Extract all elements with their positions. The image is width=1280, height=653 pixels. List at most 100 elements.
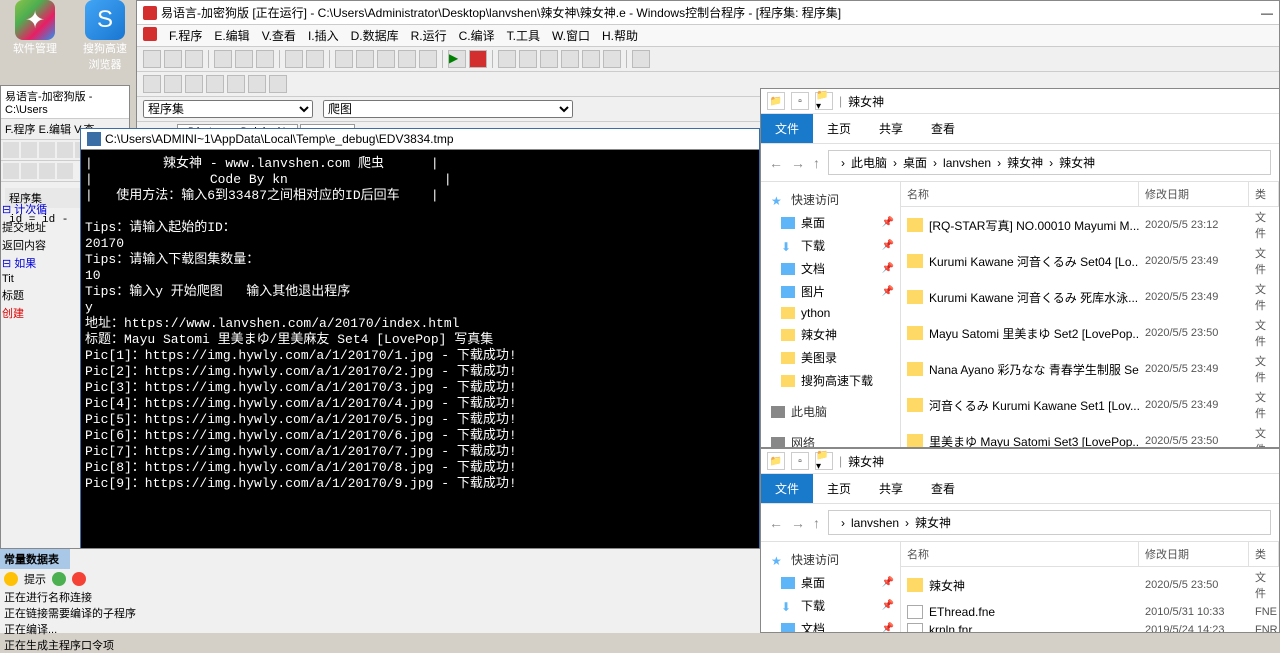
sidebar-ython[interactable]: ython <box>761 303 900 323</box>
col-date[interactable]: 修改日期 <box>1139 542 1249 566</box>
menu-compile[interactable]: C.编译 <box>459 27 495 44</box>
nav-up-icon[interactable]: ↑ <box>813 155 820 171</box>
file-row[interactable]: krnln.fnr2019/5/24 14:23FNR <box>901 621 1279 632</box>
ide-toolbar-1[interactable]: ▶ <box>137 47 1279 72</box>
folder-btn-icon[interactable]: 📁 <box>767 92 785 110</box>
console-titlebar[interactable]: C:\Users\ADMINI~1\AppData\Local\Temp\e_d… <box>81 129 759 150</box>
menu-database[interactable]: D.数据库 <box>351 27 399 44</box>
address-bar[interactable]: ›此电脑 ›桌面 ›lanvshen ›辣女神 ›辣女神 <box>828 150 1271 175</box>
file-row[interactable]: 里美まゆ Mayu Satomi Set3 [LovePop...2020/5/… <box>901 423 1279 447</box>
file-row[interactable]: Kurumi Kawane 河音くるみ Set04 [Lo...2020/5/5… <box>901 243 1279 279</box>
tb-icon[interactable] <box>398 50 416 68</box>
tb-icon[interactable] <box>632 50 650 68</box>
tab-share[interactable]: 共享 <box>865 114 917 143</box>
file-row[interactable]: 河音くるみ Kurumi Kawane Set1 [Lov...2020/5/5… <box>901 387 1279 423</box>
folder-dd-icon[interactable]: 📁▾ <box>815 452 833 470</box>
sidebar-quick-access[interactable]: ★快速访问 <box>761 188 900 211</box>
sidebar-network[interactable]: 网络 <box>761 431 900 447</box>
tree-node[interactable]: 提交地址 <box>0 218 80 236</box>
tb-undo-icon[interactable] <box>285 50 303 68</box>
tab-view[interactable]: 查看 <box>917 474 969 503</box>
col-name[interactable]: 名称 <box>901 182 1139 206</box>
tb-open-icon[interactable] <box>164 50 182 68</box>
sidebar-pictures[interactable]: 图片📌 <box>761 280 900 303</box>
sidebar-downloads[interactable]: ⬇下载📌 <box>761 234 900 257</box>
tb-copy-icon[interactable] <box>235 50 253 68</box>
explorer1-titlebar[interactable]: 📁 ▫ 📁▾ | 辣女神 <box>761 89 1279 114</box>
sidebar-documents[interactable]: 文档📌 <box>761 257 900 280</box>
explorer2-titlebar[interactable]: 📁 ▫ 📁▾ | 辣女神 <box>761 449 1279 474</box>
menu-window[interactable]: W.窗口 <box>552 27 590 44</box>
tb-icon[interactable] <box>356 50 374 68</box>
sidebar-meitu[interactable]: 美图录 <box>761 346 900 369</box>
tb-save-icon[interactable] <box>185 50 203 68</box>
menu-run[interactable]: R.运行 <box>411 27 447 44</box>
tb-icon[interactable] <box>540 50 558 68</box>
dropdown-module[interactable]: 程序集 <box>143 100 313 118</box>
nav-fwd-icon[interactable]: → <box>791 155 805 171</box>
tb-icon[interactable] <box>377 50 395 68</box>
list-header[interactable]: 名称 修改日期 类 <box>901 182 1279 207</box>
file-row[interactable]: [RQ-STAR写真] NO.00010 Mayumi M...2020/5/5… <box>901 207 1279 243</box>
menu-view[interactable]: V.查看 <box>262 27 296 44</box>
sidebar-lanvshen[interactable]: 辣女神 <box>761 323 900 346</box>
dropdown-function[interactable]: 爬图 <box>323 100 573 118</box>
tb-icon[interactable] <box>335 50 353 68</box>
tb-cut-icon[interactable] <box>214 50 232 68</box>
tb-icon[interactable] <box>185 75 203 93</box>
tb-run-icon[interactable]: ▶ <box>448 50 466 68</box>
crumb[interactable]: 辣女神 <box>915 514 951 531</box>
col-type[interactable]: 类 <box>1249 542 1279 566</box>
tb-icon[interactable] <box>143 75 161 93</box>
menu-help[interactable]: H.帮助 <box>602 27 638 44</box>
crumb[interactable]: lanvshen <box>943 156 991 170</box>
crumb[interactable]: 辣女神 <box>1007 154 1043 171</box>
window-controls[interactable]: — <box>1261 6 1273 20</box>
tab-home[interactable]: 主页 <box>813 474 865 503</box>
sidebar-thispc[interactable]: 此电脑 <box>761 400 900 423</box>
tree-node[interactable]: 创建 <box>0 304 80 322</box>
col-type[interactable]: 类 <box>1249 182 1279 206</box>
ide-titlebar[interactable]: 易语言-加密狗版 [正在运行] - C:\Users\Administrator… <box>137 1 1279 25</box>
tree-node[interactable]: ⊟ 如果 <box>0 254 80 272</box>
file-row[interactable]: EThread.fne2010/5/31 10:33FNE <box>901 603 1279 621</box>
props-btn-icon[interactable]: ▫ <box>791 92 809 110</box>
desktop-icon-browser[interactable]: S 搜狗高速浏览器 <box>80 0 130 72</box>
sidebar-sogou[interactable]: 搜狗高速下载 <box>761 369 900 392</box>
tab-file[interactable]: 文件 <box>761 114 813 143</box>
tree-node[interactable]: ⊟ 计次循 <box>0 200 80 218</box>
tb-redo-icon[interactable] <box>306 50 324 68</box>
tab-file[interactable]: 文件 <box>761 474 813 503</box>
tb-icon[interactable] <box>206 75 224 93</box>
props-btn-icon[interactable]: ▫ <box>791 452 809 470</box>
tb-paste-icon[interactable] <box>256 50 274 68</box>
tb-icon[interactable] <box>164 75 182 93</box>
tb-icon[interactable] <box>269 75 287 93</box>
file-row[interactable]: Nana Ayano 彩乃なな 青春学生制服 Se...2020/5/5 23:… <box>901 351 1279 387</box>
tree-node[interactable]: 返回内容 <box>0 236 80 254</box>
tb-icon[interactable] <box>248 75 266 93</box>
file-row[interactable]: 辣女神2020/5/5 23:50文件 <box>901 567 1279 603</box>
tb-icon[interactable] <box>582 50 600 68</box>
address-bar[interactable]: ›lanvshen ›辣女神 <box>828 510 1271 535</box>
file-row[interactable]: Mayu Satomi 里美まゆ Set2 [LovePop...2020/5/… <box>901 315 1279 351</box>
sidebar-desktop[interactable]: 桌面📌 <box>761 211 900 234</box>
tb-icon[interactable] <box>498 50 516 68</box>
tb-stop-icon[interactable] <box>469 50 487 68</box>
tab-home[interactable]: 主页 <box>813 114 865 143</box>
crumb[interactable]: lanvshen <box>851 516 899 530</box>
console-body[interactable]: | 辣女神 - www.lanvshen.com 爬虫 | | Code By … <box>81 150 759 498</box>
nav-back-icon[interactable]: ← <box>769 515 783 531</box>
menu-insert[interactable]: I.插入 <box>308 27 339 44</box>
nav-fwd-icon[interactable]: → <box>791 515 805 531</box>
tb-icon[interactable] <box>227 75 245 93</box>
tb-icon[interactable] <box>419 50 437 68</box>
sidebar-desktop[interactable]: 桌面📌 <box>761 571 900 594</box>
ide-menubar[interactable]: F.程序 E.编辑 V.查看 I.插入 D.数据库 R.运行 C.编译 T.工具… <box>137 25 1279 47</box>
col-name[interactable]: 名称 <box>901 542 1139 566</box>
sidebar-documents[interactable]: 文档📌 <box>761 617 900 632</box>
col-date[interactable]: 修改日期 <box>1139 182 1249 206</box>
menu-tools[interactable]: T.工具 <box>507 27 540 44</box>
nav-back-icon[interactable]: ← <box>769 155 783 171</box>
const-table-title[interactable]: 常量数据表 <box>0 549 70 569</box>
